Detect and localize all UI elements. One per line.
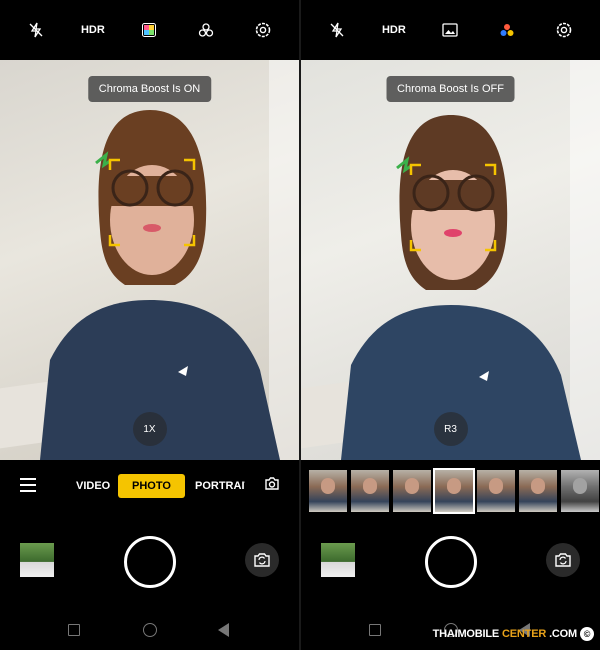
hdr-toggle[interactable]: HDR xyxy=(379,15,409,45)
filter-name-chip[interactable]: R3 xyxy=(433,412,468,446)
camera-panel-chroma-off: HDR Chroma Boost Is OFF R3 THAIMOBILE CE… xyxy=(301,0,600,650)
mode-video[interactable]: VIDEO xyxy=(62,474,124,498)
watermark-part2: CENTER xyxy=(502,628,547,640)
shutter-button[interactable] xyxy=(424,536,477,588)
recents-icon[interactable] xyxy=(369,624,381,636)
settings-icon[interactable] xyxy=(248,15,278,45)
flip-camera-button[interactable] xyxy=(546,543,580,577)
shutter-button[interactable] xyxy=(123,536,176,588)
camera-switch-icon xyxy=(555,553,571,567)
mode-selector: VIDEO PHOTO PORTRAIT xyxy=(0,470,299,502)
chroma-boost-toast: Chroma Boost Is ON xyxy=(87,76,212,102)
camera-mode-icon[interactable] xyxy=(263,474,281,492)
filter-thumbnail[interactable] xyxy=(433,468,475,514)
filter-icon[interactable] xyxy=(191,15,221,45)
mode-photo[interactable]: PHOTO xyxy=(118,474,185,498)
filter-thumbnail[interactable] xyxy=(561,470,599,512)
mode-portrait[interactable]: PORTRAIT xyxy=(181,474,245,498)
gallery-thumbnail[interactable] xyxy=(321,543,355,577)
back-icon[interactable] xyxy=(218,623,229,637)
chroma-boost-icon[interactable] xyxy=(134,15,164,45)
flash-off-icon[interactable] xyxy=(21,15,51,45)
filter-thumbnail[interactable] xyxy=(477,470,515,512)
settings-icon[interactable] xyxy=(549,15,579,45)
hdr-toggle[interactable]: HDR xyxy=(78,15,108,45)
filter-thumbnail[interactable] xyxy=(309,470,347,512)
copyright-icon: © xyxy=(580,627,594,641)
site-watermark: THAIMOBILE CENTER .COM © xyxy=(433,627,594,641)
camera-viewfinder[interactable]: Chroma Boost Is OFF R3 xyxy=(301,60,600,460)
filter-color-icon[interactable] xyxy=(492,15,522,45)
subject-photo xyxy=(40,110,280,460)
top-toolbar: HDR xyxy=(301,0,600,60)
zoom-level-button[interactable]: 1X xyxy=(132,412,167,446)
top-toolbar: HDR xyxy=(0,0,299,60)
filter-thumbnail[interactable] xyxy=(393,470,431,512)
camera-viewfinder[interactable]: Chroma Boost Is ON 1X xyxy=(0,60,299,460)
gallery-thumbnail[interactable] xyxy=(20,543,54,577)
flash-off-icon[interactable] xyxy=(322,15,352,45)
camera-switch-icon xyxy=(254,553,270,567)
filter-thumbnail[interactable] xyxy=(351,470,389,512)
subject-photo xyxy=(341,115,581,460)
watermark-part3: .COM xyxy=(549,628,577,640)
filter-thumbnail[interactable] xyxy=(519,470,557,512)
system-nav-bar xyxy=(0,620,299,642)
filter-strip xyxy=(309,468,600,514)
recents-icon[interactable] xyxy=(68,624,80,636)
flip-camera-button[interactable] xyxy=(245,543,279,577)
watermark-part1: THAIMOBILE xyxy=(432,628,500,640)
menu-icon[interactable] xyxy=(20,478,36,492)
camera-panel-chroma-on: HDR Chroma Boost Is ON 1X VIDEO PHOTO PO… xyxy=(0,0,299,650)
home-icon[interactable] xyxy=(143,623,157,637)
chroma-boost-toast: Chroma Boost Is OFF xyxy=(386,76,515,102)
image-icon[interactable] xyxy=(435,15,465,45)
